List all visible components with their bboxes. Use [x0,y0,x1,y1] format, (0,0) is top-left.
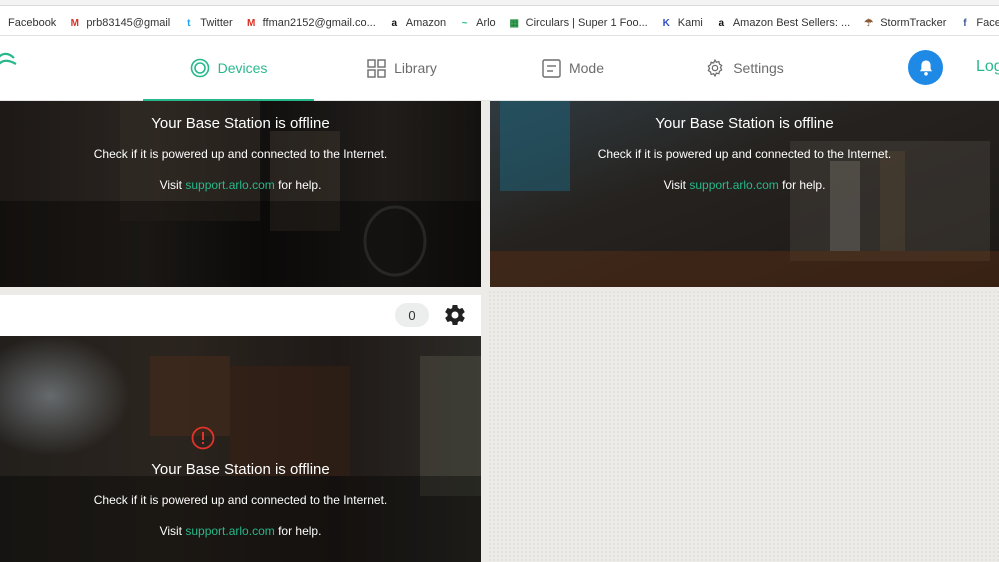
tab-settings[interactable]: Settings [697,36,792,100]
arlo-logo-icon[interactable] [0,48,20,75]
offline-title: Your Base Station is offline [151,115,330,132]
arlo-icon: ~ [461,17,468,29]
help-prefix: Visit [159,524,186,538]
bookmark-label: Circulars | Super 1 Foo... [525,17,648,29]
twitter-icon: t [187,17,191,29]
support-link[interactable]: support.arlo.com [185,178,274,192]
bell-icon [919,60,932,76]
bookmark-label: Kami [677,17,703,29]
event-counter-badge[interactable]: 0 [395,303,429,327]
support-link[interactable]: support.arlo.com [689,178,778,192]
bookmark-item[interactable]: a Amazon Best Sellers: ... [715,17,851,30]
empty-device-slot [488,290,999,562]
offline-title: Your Base Station is offline [655,115,834,132]
camera-tile-2[interactable]: Your Base Station is offline Check if it… [490,101,999,287]
bookmark-item[interactable]: f Facebook [0,17,56,30]
help-suffix: for help. [778,178,826,192]
help-prefix: Visit [663,178,690,192]
bookmark-item[interactable]: Mprb83145@gmail [68,17,171,30]
tab-devices-label: Devices [217,60,268,76]
tab-mode[interactable]: Mode [533,36,613,100]
facebook-icon: f [0,17,3,30]
bookmark-item[interactable]: ▦ Circulars | Super 1 Foo... [508,17,648,30]
bookmark-list: f Facebook Mprb83145@gmail t Twitter Mffman21… [0,13,999,33]
amazon-icon: a [718,17,725,29]
camera-2-offline-notice: Your Base Station is offline Check if it… [490,115,999,192]
bookmark-item[interactable]: a Amazon [388,17,446,30]
bookmark-label: Arlo [476,17,496,29]
bookmark-item[interactable]: f Facebook [958,17,999,30]
facebook-icon: f [963,17,967,29]
devices-icon [190,58,210,78]
offline-help: Visit support.arlo.com for help. [0,178,481,192]
warning-icon [191,426,215,455]
tab-mode-label: Mode [568,60,605,76]
notifications-bell-button[interactable] [908,50,943,85]
amazon-icon: a [391,17,398,29]
bookmark-item[interactable]: t Twitter [182,17,233,30]
camera-tile-1[interactable]: Your Base Station is offline Check if it… [0,101,481,287]
bookmark-label: ffman2152@gmail.co... [262,17,376,29]
bookmark-label: Twitter [200,17,233,29]
help-suffix: for help. [274,524,322,538]
bookmarks-bar: f Facebook Mprb83145@gmail t Twitter Mffman21… [0,0,999,36]
bookmark-item[interactable]: ☂ StormTracker [862,17,946,30]
help-suffix: for help. [274,178,322,192]
offline-help: Visit support.arlo.com for help. [490,178,999,192]
bookmark-label: Amazon [405,17,447,29]
library-grid-icon [367,58,386,78]
circulars-icon: ▦ [509,17,519,29]
bookmark-label: Facebook [976,17,999,29]
tab-library-label: Library [394,60,437,76]
bookmark-label: prb83145@gmail [86,17,171,29]
kami-icon: K [662,17,670,29]
bookmark-label: StormTracker [880,17,947,29]
logout-link[interactable]: Log [976,58,999,76]
offline-message: Check if it is powered up and connected … [93,493,388,507]
camera-settings-gear-icon[interactable] [443,303,467,332]
stormtracker-icon: ☂ [864,17,874,29]
bookmark-label: Facebook [8,17,57,29]
bookmark-item[interactable]: Mffman2152@gmail.co... [245,17,376,30]
offline-help: Visit support.arlo.com for help. [0,524,481,538]
camera-3-offline-notice: Your Base Station is offline Check if it… [0,461,481,538]
camera-3-header: 0 [0,295,481,336]
offline-title: Your Base Station is offline [151,461,330,478]
offline-message: Check if it is powered up and connected … [597,147,892,161]
mode-list-icon [542,58,561,78]
support-link[interactable]: support.arlo.com [185,524,274,538]
gmail-icon: M [247,17,256,29]
bookmark-item[interactable]: K Kami [660,17,703,30]
bookmark-item[interactable]: ~ Arlo [458,17,496,30]
tab-devices[interactable]: Devices [143,36,314,101]
gmail-icon: M [70,17,79,29]
top-nav: Devices Library Mode Settings Log [0,36,999,101]
bookmark-label: Amazon Best Sellers: ... [732,17,851,29]
camera-tile-3[interactable]: Your Base Station is offline Check if it… [0,336,481,562]
help-prefix: Visit [159,178,186,192]
tab-settings-label: Settings [733,60,784,76]
address-bar-edge [0,0,999,6]
tab-library[interactable]: Library [352,36,452,100]
offline-message: Check if it is powered up and connected … [93,147,388,161]
settings-gear-icon [705,58,725,78]
camera-1-offline-notice: Your Base Station is offline Check if it… [0,115,481,192]
